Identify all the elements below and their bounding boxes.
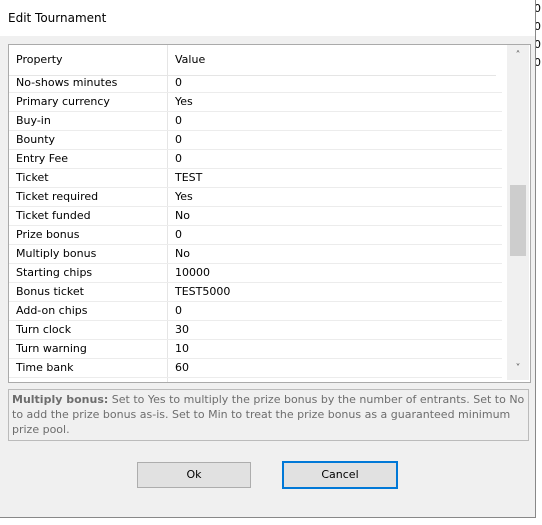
property-name: Ticket funded [9, 207, 168, 225]
property-name: Multiply bonus [9, 245, 168, 263]
property-name: Bounty [9, 131, 168, 149]
property-value[interactable]: Yes [168, 378, 193, 382]
property-grid[interactable]: Property Value No-shows minutes 0 Primary … [8, 44, 531, 383]
grid-row[interactable]: Time bank syncYes [9, 378, 502, 382]
property-value[interactable]: 0 [168, 74, 182, 92]
grid-row[interactable]: No-shows minutes 0 [9, 74, 502, 93]
property-description: Multiply bonus: Set to Yes to multiply t… [8, 389, 529, 441]
grid-rows: No-shows minutes 0 Primary currency Yes Buy-… [9, 74, 502, 382]
grid-row[interactable]: Turn clock 30 [9, 321, 502, 340]
grid-row[interactable]: Entry Fee 0 [9, 150, 502, 169]
property-name: Buy-in [9, 112, 168, 130]
property-name: Bonus ticket [9, 283, 168, 301]
grid-row[interactable]: Ticket TEST [9, 169, 502, 188]
property-value[interactable]: 0 [168, 150, 182, 168]
property-value[interactable]: 0 [168, 302, 182, 320]
ok-button[interactable]: Ok [137, 462, 251, 488]
property-name: Add-on chips [9, 302, 168, 320]
column-header-property[interactable]: Property [9, 45, 168, 75]
property-value[interactable]: No [168, 245, 190, 263]
property-name: Ticket [9, 169, 168, 187]
grid-header: Property Value [9, 45, 496, 76]
property-value[interactable]: No [168, 207, 190, 225]
grid-row[interactable]: Buy-in 0 [9, 112, 502, 131]
property-name: Ticket required [9, 188, 168, 206]
column-header-value[interactable]: Value [168, 45, 205, 75]
property-name: No-shows minutes [9, 74, 168, 92]
property-name: Entry Fee [9, 150, 168, 168]
cancel-button[interactable]: Cancel [282, 461, 398, 489]
property-name: Primary currency [9, 93, 168, 111]
property-value[interactable]: 60 [168, 359, 189, 377]
property-name: Time bank sync [9, 378, 168, 382]
vertical-scrollbar[interactable]: ˄ ˅ [507, 45, 529, 380]
property-value[interactable]: Yes [168, 188, 193, 206]
property-name: Time bank [9, 359, 168, 377]
grid-row[interactable]: Primary currency Yes [9, 93, 502, 112]
property-value[interactable]: 30 [168, 321, 189, 339]
grid-row[interactable]: Multiply bonus No [9, 245, 502, 264]
scrollbar-thumb[interactable] [510, 185, 526, 256]
property-name: Turn warning [9, 340, 168, 358]
grid-row[interactable]: Bonus ticket TEST5000 [9, 283, 502, 302]
grid-row[interactable]: Ticket required Yes [9, 188, 502, 207]
property-name: Prize bonus [9, 226, 168, 244]
grid-row[interactable]: Prize bonus 0 [9, 226, 502, 245]
edit-tournament-dialog: Edit Tournament Property Value No-shows … [0, 0, 536, 518]
property-value[interactable]: TEST [168, 169, 202, 187]
property-value[interactable]: 10000 [168, 264, 210, 282]
description-title: Multiply bonus: [12, 393, 109, 406]
property-value[interactable]: Yes [168, 93, 193, 111]
scroll-down-icon[interactable]: ˅ [507, 358, 529, 380]
property-value[interactable]: 0 [168, 131, 182, 149]
property-value[interactable]: 0 [168, 112, 182, 130]
property-value[interactable]: 10 [168, 340, 189, 358]
grid-row[interactable]: Add-on chips 0 [9, 302, 502, 321]
property-value[interactable]: 0 [168, 226, 182, 244]
property-name: Turn clock [9, 321, 168, 339]
grid-row[interactable]: Turn warning 10 [9, 340, 502, 359]
property-name: Starting chips [9, 264, 168, 282]
property-value[interactable]: TEST5000 [168, 283, 230, 301]
grid-row[interactable]: Time bank 60 [9, 359, 502, 378]
dialog-title: Edit Tournament [0, 0, 535, 36]
grid-row[interactable]: Bounty 0 [9, 131, 502, 150]
grid-row[interactable]: Starting chips 10000 [9, 264, 502, 283]
grid-row[interactable]: Ticket funded No [9, 207, 502, 226]
scroll-up-icon[interactable]: ˄ [507, 45, 529, 67]
